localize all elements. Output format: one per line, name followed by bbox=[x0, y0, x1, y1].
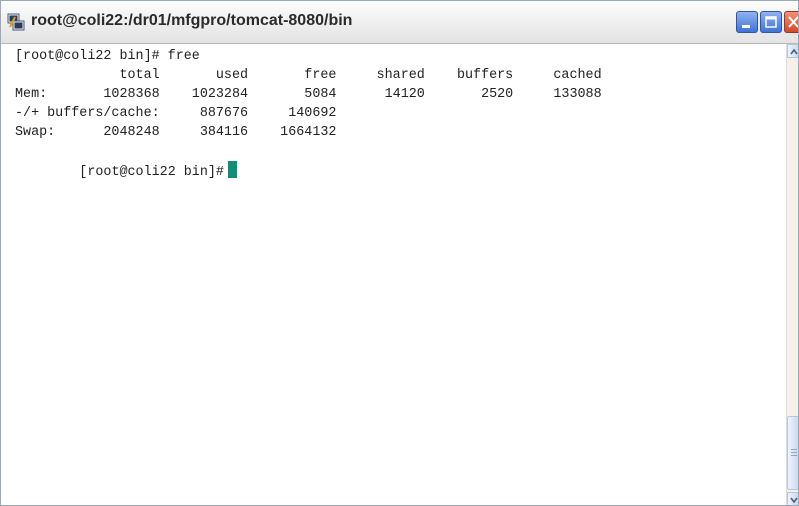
vertical-scrollbar[interactable] bbox=[786, 44, 798, 505]
scroll-down-button[interactable] bbox=[787, 492, 798, 505]
terminal-line: total used free shared buffers cached bbox=[15, 68, 602, 83]
close-icon bbox=[788, 16, 798, 28]
text-cursor bbox=[227, 161, 237, 178]
window-title: root@coli22:/dr01/mfgpro/tomcat-8080/bin bbox=[31, 12, 353, 29]
maximize-icon bbox=[765, 16, 777, 28]
prompt-line[interactable]: [root@coli22 bin]# bbox=[15, 142, 602, 180]
terminal-line: -/+ buffers/cache: 887676 140692 bbox=[15, 106, 337, 121]
scroll-up-button[interactable] bbox=[787, 44, 798, 58]
minimize-button[interactable] bbox=[736, 11, 758, 33]
minimize-icon bbox=[742, 25, 750, 28]
close-button[interactable] bbox=[784, 11, 798, 33]
shell-prompt: [root@coli22 bin]# bbox=[79, 165, 224, 180]
terminal-line: Mem: 1028368 1023284 5084 14120 2520 133… bbox=[15, 87, 602, 102]
scroll-thumb[interactable] bbox=[787, 416, 798, 490]
grip-line bbox=[791, 452, 797, 453]
title-bar[interactable]: root@coli22:/dr01/mfgpro/tomcat-8080/bin bbox=[1, 1, 798, 44]
terminal-line: [root@coli22 bin]# free bbox=[15, 49, 200, 64]
terminal-line: Swap: 2048248 384116 1664132 bbox=[15, 125, 337, 140]
terminal-output[interactable]: [root@coli22 bin]# free total used free … bbox=[1, 44, 786, 505]
grip-line bbox=[791, 449, 797, 450]
putty-terminal-icon[interactable] bbox=[7, 13, 25, 31]
terminal-window: root@coli22:/dr01/mfgpro/tomcat-8080/bin… bbox=[0, 0, 799, 506]
maximize-button[interactable] bbox=[760, 11, 782, 33]
chevron-up-icon bbox=[790, 48, 798, 55]
chevron-down-icon bbox=[790, 497, 798, 504]
grip-line bbox=[791, 455, 797, 456]
